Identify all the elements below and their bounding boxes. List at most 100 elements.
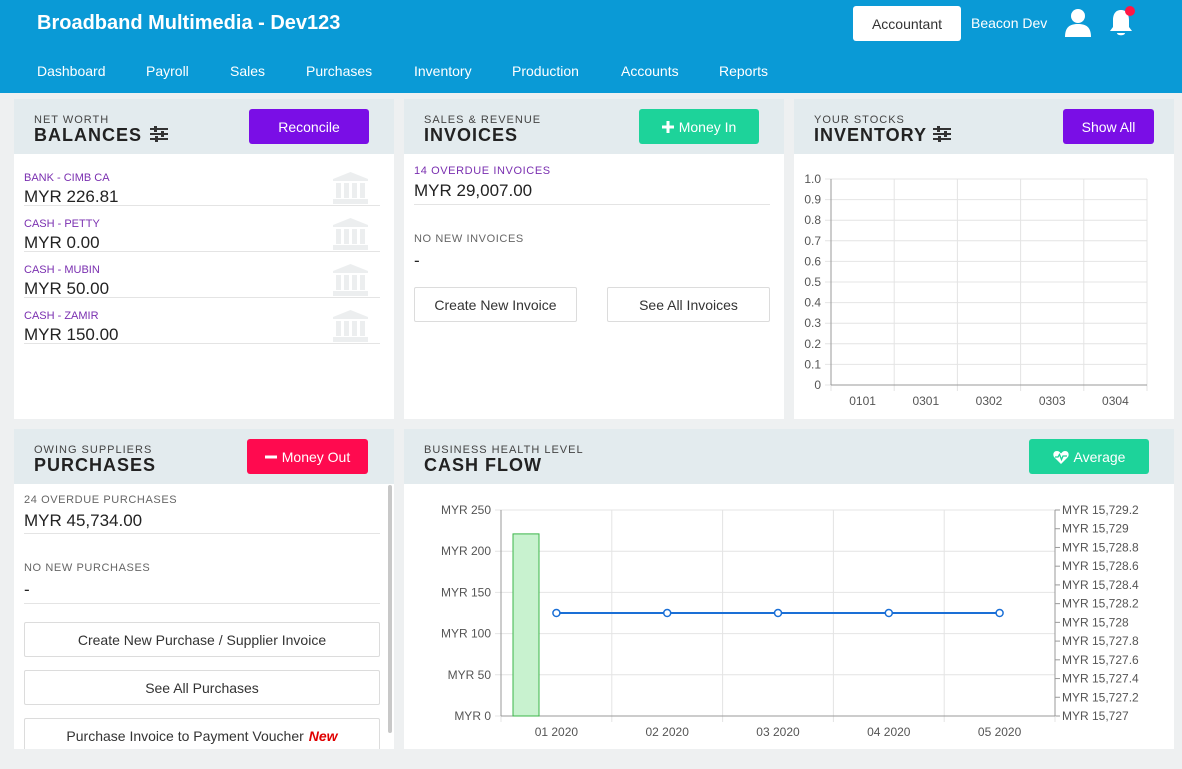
money-out-button[interactable]: Money Out	[247, 439, 368, 474]
y-left-tick-label: MYR 50	[448, 668, 492, 682]
y-tick-label: 1.0	[804, 172, 821, 186]
account-row[interactable]: CASH - ZAMIR MYR 150.00	[24, 298, 380, 344]
minus-icon	[264, 455, 277, 458]
top-bar: Broadband Multimedia - Dev123 Accountant…	[0, 0, 1182, 93]
cashflow-title: CASH FLOW	[424, 455, 542, 475]
overdue-invoices-value: MYR 29,007.00	[414, 181, 533, 200]
create-invoice-button[interactable]: Create New Invoice	[414, 287, 577, 322]
x-tick-label: 0101	[849, 394, 876, 408]
y-tick-label: 0.1	[804, 357, 821, 371]
y-right-tick-label: MYR 15,727.4	[1062, 672, 1139, 686]
new-invoices-label: NO NEW INVOICES	[414, 233, 524, 245]
balances-title: BALANCES	[34, 125, 143, 145]
nav-accounts[interactable]: Accounts	[621, 63, 679, 79]
show-all-button[interactable]: Show All	[1063, 109, 1154, 144]
nav-purchases[interactable]: Purchases	[306, 63, 372, 79]
cashflow-card: BUSINESS HEALTH LEVEL CASH FLOW Average …	[404, 429, 1174, 749]
account-balance: MYR 0.00	[24, 233, 100, 252]
y-right-tick-label: MYR 15,728.6	[1062, 559, 1139, 573]
inventory-card: YOUR STOCKS INVENTORY Show All 1.0 0.9 0.8…	[794, 99, 1174, 419]
account-row[interactable]: CASH - MUBIN MYR 50.00	[24, 252, 380, 298]
bell-icon[interactable]	[1107, 6, 1137, 38]
bank-icon	[333, 172, 368, 204]
payment-voucher-button[interactable]: Purchase Invoice to Payment Voucher New	[24, 718, 380, 749]
x-tick-label: 0302	[976, 394, 1003, 408]
bank-icon	[333, 264, 368, 296]
y-tick-label: 0.8	[804, 213, 821, 227]
y-right-tick-label: MYR 15,727	[1062, 709, 1129, 723]
y-right-tick-label: MYR 15,727.8	[1062, 634, 1139, 648]
see-all-invoices-button[interactable]: See All Invoices	[607, 287, 770, 322]
money-in-button[interactable]: Money In	[639, 109, 759, 144]
role-button[interactable]: Accountant	[853, 6, 961, 41]
overdue-purchases-label[interactable]: 24 OVERDUE PURCHASES	[24, 494, 177, 506]
money-in-label: Money In	[678, 118, 737, 135]
x-tick-label: 0303	[1039, 394, 1066, 408]
y-tick-label: 0.7	[804, 234, 821, 248]
user-name[interactable]: Beacon Dev	[971, 15, 1047, 31]
nav-sales[interactable]: Sales	[230, 63, 265, 79]
inventory-chart: 1.0 0.9 0.8 0.7 0.6 0.5 0.4 0.3 0.2 0.1 0 0101 0301 0…	[804, 172, 1148, 408]
invoices-card: SALES & REVENUE INVOICES Money In 14 OVE…	[404, 99, 784, 419]
overdue-invoices-label[interactable]: 14 OVERDUE INVOICES	[414, 165, 551, 177]
payment-voucher-label: Purchase Invoice to Payment Voucher	[66, 727, 304, 744]
invoices-header: SALES & REVENUE INVOICES Money In	[404, 99, 784, 154]
nav-dashboard[interactable]: Dashboard	[37, 63, 106, 79]
account-balance: MYR 50.00	[24, 279, 110, 298]
y-right-tick-label: MYR 15,727.6	[1062, 653, 1139, 667]
y-tick-label: 0.9	[804, 193, 821, 207]
balances-card: NET WORTH BALANCES Reconcile BANK - CIMB…	[14, 99, 394, 419]
create-purchase-button[interactable]: Create New Purchase / Supplier Invoice	[24, 622, 380, 657]
filter-icon[interactable]	[150, 126, 168, 142]
account-name: CASH - ZAMIR	[24, 310, 99, 322]
user-icon[interactable]	[1064, 8, 1092, 38]
money-out-label: Money Out	[281, 448, 351, 465]
y-right-tick-label: MYR 15,728	[1062, 615, 1129, 629]
divider	[414, 204, 770, 205]
x-tick-label: 0301	[912, 394, 939, 408]
bank-icon	[333, 310, 368, 342]
x-tick-label: 02 2020	[646, 725, 690, 739]
nav-inventory[interactable]: Inventory	[414, 63, 472, 79]
inventory-header: YOUR STOCKS INVENTORY Show All	[794, 99, 1174, 154]
nav-reports[interactable]: Reports	[719, 63, 768, 79]
y-right-tick-label: MYR 15,728.8	[1062, 540, 1139, 554]
x-tick-label: 0304	[1102, 394, 1129, 408]
cashflow-point	[884, 608, 894, 618]
account-name: CASH - MUBIN	[24, 264, 100, 276]
app-title: Broadband Multimedia - Dev123	[37, 12, 341, 34]
y-tick-label: 0.3	[804, 316, 821, 330]
reconcile-button[interactable]: Reconcile	[249, 109, 369, 144]
cashflow-point	[995, 608, 1004, 618]
account-balance: MYR 150.00	[24, 325, 119, 344]
nav-payroll[interactable]: Payroll	[146, 63, 189, 79]
y-tick-label: 0.2	[804, 337, 821, 351]
bank-icon	[333, 218, 368, 250]
notification-dot	[1125, 6, 1135, 16]
cashflow-header: BUSINESS HEALTH LEVEL CASH FLOW Average	[404, 429, 1174, 484]
heartbeat-icon	[1052, 450, 1069, 464]
scrollbar[interactable]	[388, 485, 392, 733]
x-tick-label: 05 2020	[978, 725, 1022, 739]
account-row[interactable]: BANK - CIMB CA MYR 226.81	[24, 160, 380, 206]
y-tick-label: 0.5	[804, 275, 821, 289]
y-right-tick-label: MYR 15,727.2	[1062, 690, 1139, 704]
nav-production[interactable]: Production	[512, 63, 579, 79]
cashflow-point	[662, 608, 672, 618]
new-badge: New	[308, 727, 338, 744]
main-nav: Dashboard Payroll Sales Purchases Invent…	[0, 57, 1182, 85]
y-left-tick-label: MYR 250	[441, 503, 491, 517]
invoices-title: INVOICES	[424, 125, 519, 145]
plus-icon	[661, 120, 674, 133]
filter-icon[interactable]	[933, 126, 951, 142]
cashflow-point	[552, 608, 561, 618]
see-all-purchases-button[interactable]: See All Purchases	[24, 670, 380, 705]
y-right-tick-label: MYR 15,728.4	[1062, 578, 1139, 592]
overdue-purchases-value: MYR 45,734.00	[24, 511, 143, 530]
inventory-title: INVENTORY	[814, 125, 928, 145]
average-button[interactable]: Average	[1029, 439, 1149, 474]
y-tick-label: 0.4	[804, 296, 821, 310]
account-row[interactable]: CASH - PETTY MYR 0.00	[24, 206, 380, 252]
cashflow-chart: MYR 250 MYR 200 MYR 150 MYR 100 MYR 50 MYR 0 M…	[441, 503, 1139, 739]
balances-header: NET WORTH BALANCES Reconcile	[14, 99, 394, 154]
